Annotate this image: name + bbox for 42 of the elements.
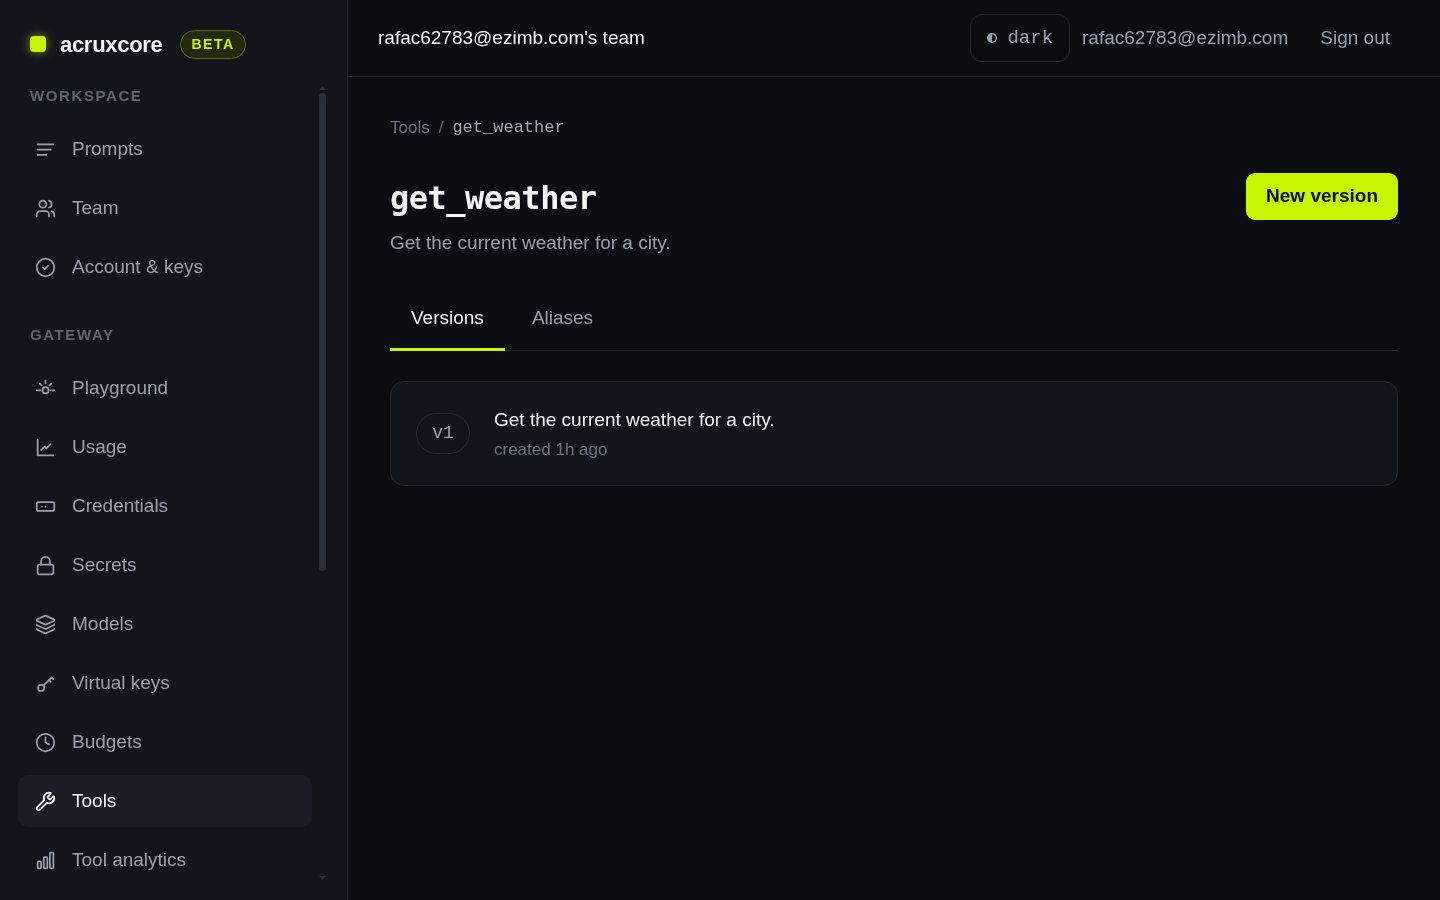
theme-toggle-button[interactable]: dark <box>970 14 1071 62</box>
half-circle-icon <box>987 33 998 43</box>
page-title: get_weather <box>390 178 598 218</box>
sidebar-item[interactable]: Account & keys <box>18 241 312 293</box>
wrench-icon <box>35 790 56 812</box>
sidebar-item[interactable]: Models <box>18 598 312 650</box>
sidebar-item[interactable]: Usage <box>18 421 312 473</box>
breadcrumb-current: get_weather <box>452 117 565 140</box>
new-version-button[interactable]: New version <box>1246 173 1398 220</box>
sign-out-button[interactable]: Sign out <box>1320 23 1390 53</box>
tab[interactable]: Aliases <box>510 290 615 351</box>
layers-icon <box>35 613 56 635</box>
sidebar-item[interactable]: Tool analytics <box>18 834 312 886</box>
team-name: rafac62783@ezimb.com's team <box>378 25 645 50</box>
page-description: Get the current weather for a city. <box>390 231 671 255</box>
beta-badge: BETA <box>180 29 246 59</box>
tab[interactable]: Versions <box>390 290 505 351</box>
breadcrumb-link[interactable]: Tools <box>390 115 430 141</box>
sidebar-item[interactable]: Budgets <box>18 716 312 768</box>
breadcrumb-separator: / <box>438 117 444 140</box>
scrollbar-thumb[interactable] <box>319 93 326 571</box>
lock-icon <box>35 554 56 576</box>
version-card[interactable]: v1 Get the current weather for a city. created 1h ago <box>390 381 1398 486</box>
sidebar-item[interactable]: Virtual keys <box>18 657 312 709</box>
line-chart-icon <box>35 436 56 458</box>
people-icon <box>35 197 56 219</box>
sidebar-item[interactable]: Tools <box>18 775 312 827</box>
sidebar-item[interactable]: Credentials <box>18 480 312 532</box>
version-created: created 1h ago <box>494 438 609 461</box>
brand-name: acruxcore <box>60 30 163 59</box>
bar-chart-icon <box>35 849 56 871</box>
logo-icon <box>30 36 46 52</box>
sidebar-item[interactable]: Playground <box>18 362 312 414</box>
sidebar-item[interactable]: Team <box>18 182 312 234</box>
sidebar-item[interactable]: Secrets <box>18 539 312 591</box>
check-circle-icon <box>35 256 56 278</box>
sidebar-item[interactable]: Prompts <box>18 123 312 175</box>
section-heading: GATEWAY <box>29 325 116 345</box>
section-heading: WORKSPACE <box>29 86 144 106</box>
version-description: Get the current weather for a city. <box>494 407 775 432</box>
user-email: rafac62783@ezimb.com <box>1082 25 1289 50</box>
clock-icon <box>35 731 56 753</box>
